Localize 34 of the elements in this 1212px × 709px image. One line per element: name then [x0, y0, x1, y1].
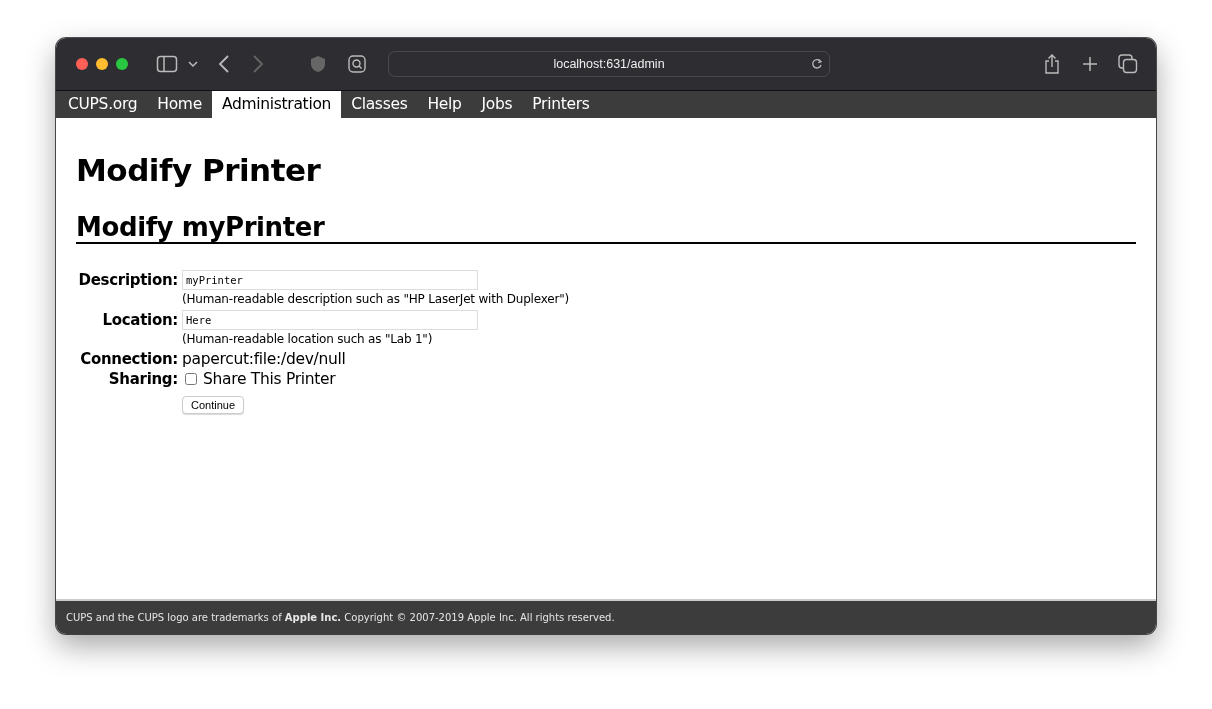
chevron-down-icon[interactable] [188, 60, 198, 68]
tabs-overview-icon[interactable] [1118, 54, 1138, 74]
field-hint: (Human-readable description such as "HP LaserJet with Duplexer") [182, 292, 569, 306]
field-hint: (Human-readable location such as "Lab 1") [182, 332, 433, 346]
close-button[interactable] [76, 58, 88, 70]
reload-icon[interactable] [811, 58, 823, 70]
location-field[interactable]: Here [182, 310, 478, 330]
nav-tab[interactable]: Printers [522, 91, 600, 118]
field-label: Location: [102, 311, 178, 329]
address-bar[interactable]: localhost:631/admin [388, 51, 830, 77]
field-label: Sharing: [108, 370, 178, 388]
back-icon[interactable] [218, 55, 230, 73]
page-title: Modify Printer [76, 152, 322, 188]
sidebar-icon[interactable] [156, 55, 178, 73]
nav-tab[interactable]: CUPS.org [58, 91, 148, 118]
checkbox-label: Share This Printer [203, 370, 336, 388]
nav-tab[interactable]: Administration [211, 91, 342, 118]
plus-icon[interactable] [1082, 56, 1098, 72]
zoom-button[interactable] [116, 58, 128, 70]
share-checkbox[interactable] [185, 373, 197, 385]
nav-tab[interactable]: Home [147, 91, 212, 118]
nav-tab[interactable]: Help [417, 91, 472, 118]
search-icon[interactable] [348, 55, 366, 73]
connection-value: papercut:file:/dev/null [182, 350, 346, 368]
section-title: Modify myPrinter [76, 212, 1136, 244]
field-label: Connection: [80, 350, 178, 368]
share-icon[interactable] [1044, 54, 1060, 74]
nav-tab[interactable]: Jobs [471, 91, 523, 118]
footer-text: CUPS and the CUPS logo are trademarks of Apple Inc. Copyright © 2007-2019 Apple Inc. All rights reserved. [66, 612, 615, 623]
continue-button[interactable]: Continue [182, 396, 245, 414]
nav-tab[interactable]: Classes [341, 91, 418, 118]
minimize-button[interactable] [96, 58, 108, 70]
field-label: Description: [78, 271, 178, 289]
description-field[interactable]: myPrinter [182, 270, 478, 290]
